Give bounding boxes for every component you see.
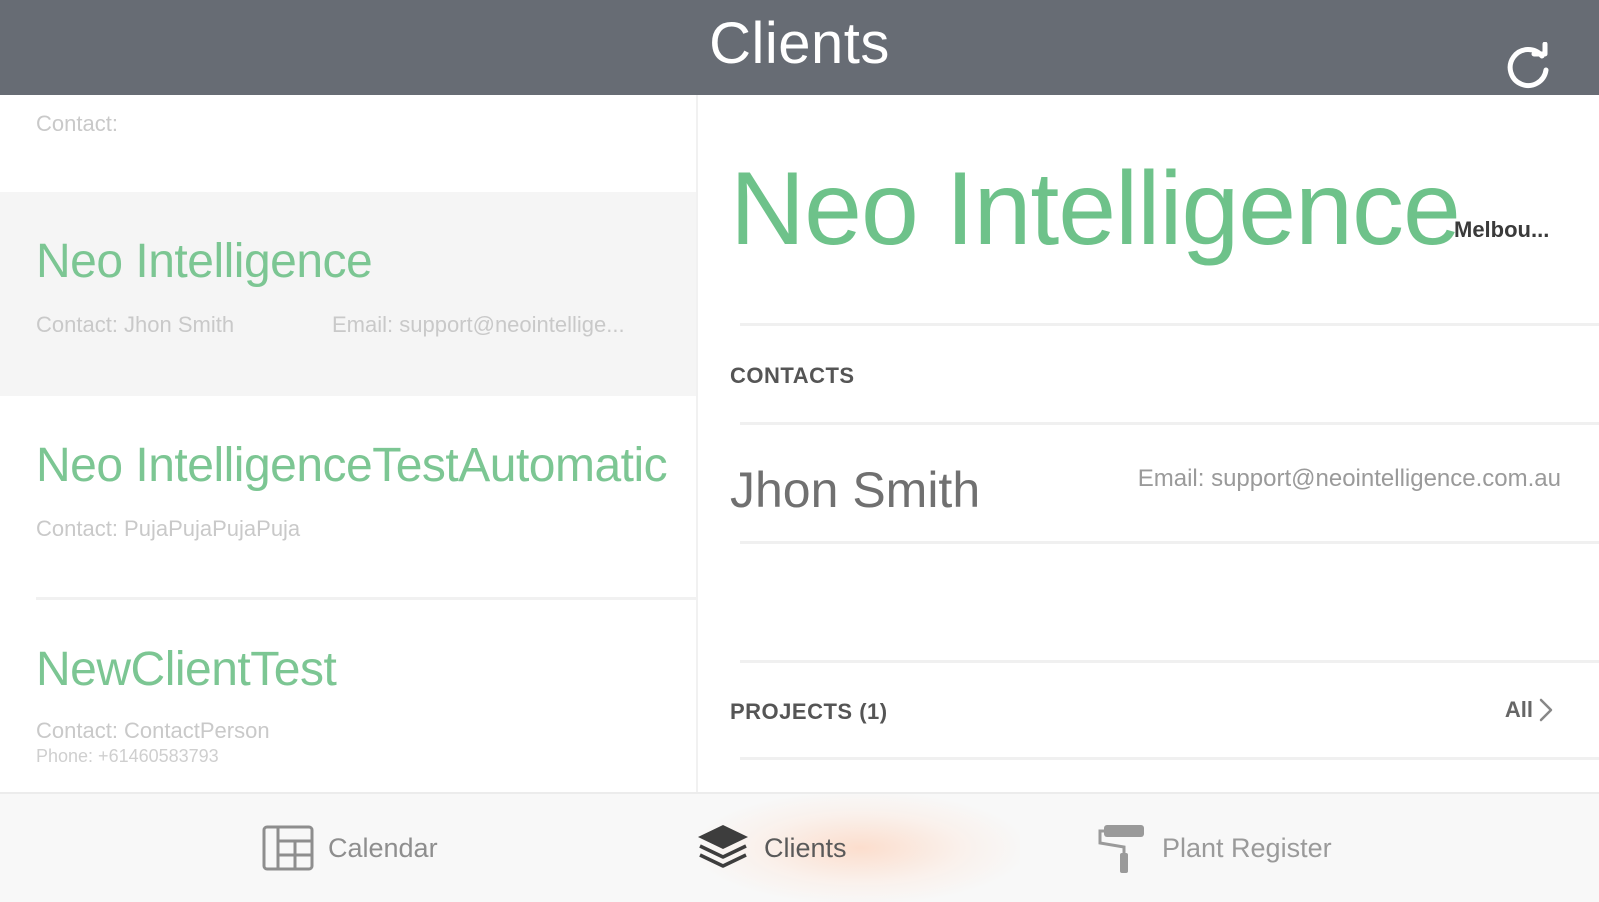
divider [740, 757, 1599, 760]
calendar-icon [262, 825, 314, 871]
list-item[interactable]: NewClientTest Contact: ContactPerson Pho… [0, 602, 696, 792]
list-item[interactable]: Neo IntelligenceTestAutomatic Contact: P… [0, 396, 696, 600]
client-list[interactable]: Contact: Neo Intelligence Contact: Jhon … [0, 95, 696, 792]
detail-client-name: Neo Intelligence [730, 151, 1461, 267]
divider [740, 660, 1599, 663]
divider [740, 323, 1599, 326]
tab-clients[interactable]: Clients [696, 794, 847, 902]
all-label: All [1504, 697, 1533, 722]
contact-name[interactable]: Jhon Smith [730, 461, 980, 519]
tab-label: Calendar [328, 832, 438, 863]
tab-label: Clients [764, 832, 847, 863]
contact-email[interactable]: Email: support@neointelligence.com.au [1138, 465, 1561, 493]
divider [740, 422, 1599, 425]
divider [740, 541, 1599, 544]
client-contact: Contact: [36, 111, 118, 136]
client-email: Email: support@neointellige... [332, 312, 625, 337]
page-title: Clients [709, 11, 890, 76]
client-phone: Phone: +61460583793 [36, 746, 219, 766]
detail-city: Melbou... [1454, 217, 1550, 242]
refresh-icon [1507, 42, 1549, 88]
client-contact: Contact: ContactPerson [36, 718, 270, 743]
contacts-header: CONTACTS [730, 363, 855, 388]
client-name: Neo Intelligence [36, 235, 373, 288]
list-item-selected[interactable]: Neo Intelligence Contact: Jhon Smith Ema… [0, 192, 696, 396]
chevron-right-icon [1539, 698, 1553, 722]
row-divider [36, 597, 696, 600]
tab-label: Plant Register [1162, 832, 1332, 863]
tab-plant-register[interactable]: Plant Register [1098, 794, 1332, 902]
nav-header: Clients [0, 0, 1599, 95]
client-detail: Neo Intelligence Melbou... CONTACTS Jhon… [698, 95, 1599, 792]
client-contact: Contact: PujaPujaPujaPuja [36, 516, 301, 541]
client-name: NewClientTest [36, 643, 337, 696]
paint-roller-icon [1098, 825, 1144, 873]
projects-header: PROJECTS (1) [730, 699, 888, 724]
all-projects-link[interactable]: All [1505, 697, 1553, 723]
refresh-button[interactable] [1498, 38, 1558, 98]
layers-icon [698, 825, 748, 868]
tab-bar: Calendar Clients Plant Register [0, 792, 1599, 902]
client-name: Neo IntelligenceTestAutomatic [36, 439, 668, 492]
tab-calendar[interactable]: Calendar [262, 794, 438, 902]
client-contact: Contact: Jhon Smith [36, 312, 235, 337]
list-item[interactable]: Contact: [0, 95, 696, 192]
